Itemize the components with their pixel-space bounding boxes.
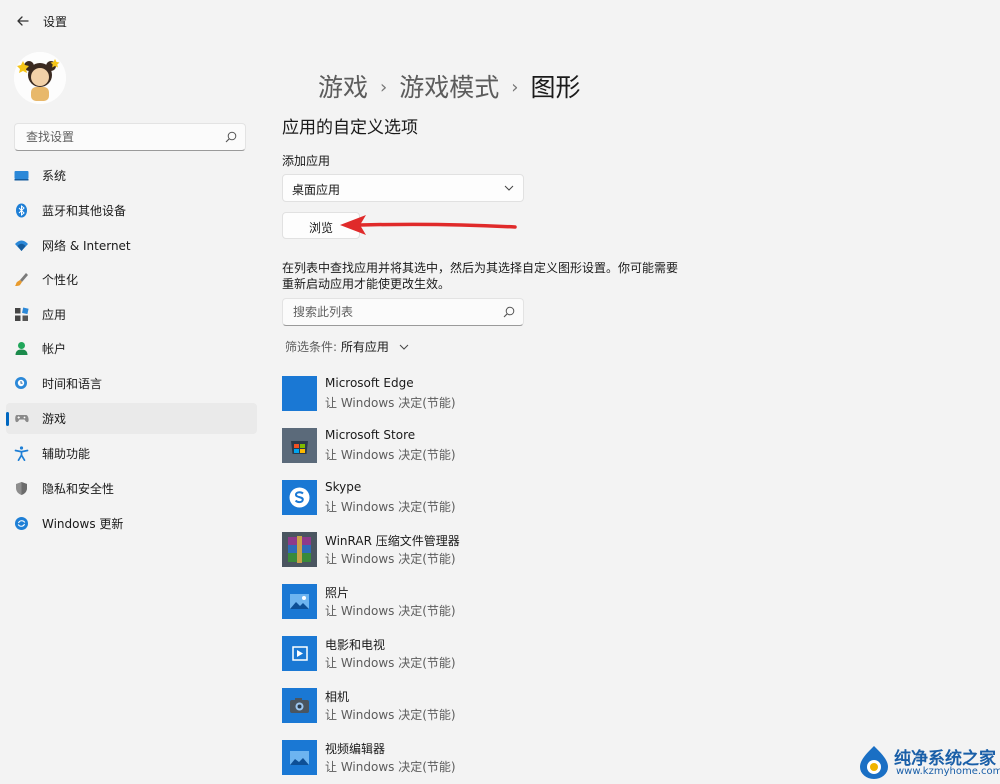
photos-icon: [282, 584, 317, 619]
watermark: 纯净系统之家 www.kzmyhome.com: [856, 742, 1000, 784]
bluetooth-icon: [16, 203, 27, 218]
selected-indicator: [6, 412, 9, 426]
description-text: 在列表中查找应用并将其选中，然后为其选择自定义图形设置。你可能需要重新启动应用才…: [282, 261, 679, 291]
add-app-label: 添加应用: [282, 154, 331, 168]
search-icon: [503, 306, 515, 318]
camera-icon: [282, 688, 317, 723]
app-name: Microsoft Edge: [325, 376, 414, 390]
app-list-item[interactable]: Microsoft Store 让 Windows 决定(节能): [282, 428, 702, 464]
apps-icon: [15, 307, 29, 321]
sidebar-item-label: Windows 更新: [42, 517, 124, 531]
chevron-down-icon: [399, 344, 409, 350]
brush-icon: [15, 273, 28, 286]
app-name: 相机: [325, 690, 350, 704]
app-list-item[interactable]: WinRAR 压缩文件管理器 让 Windows 决定(节能): [282, 532, 702, 568]
breadcrumb-separator-icon: ›: [511, 77, 519, 98]
section-title: 应用的自定义选项: [282, 118, 418, 138]
sidebar-item-label: 网络 & Internet: [42, 239, 131, 253]
app-graphics-preference: 让 Windows 决定(节能): [325, 396, 456, 410]
list-search-box[interactable]: [282, 298, 524, 326]
sidebar-item-label: 系统: [42, 169, 67, 183]
breadcrumb-item-gaming[interactable]: 游戏: [318, 73, 368, 102]
update-icon: [15, 517, 28, 530]
sidebar-item-privacy[interactable]: 隐私和安全性: [6, 473, 257, 504]
person-icon: [15, 342, 28, 355]
avatar[interactable]: [14, 52, 66, 104]
app-list-item[interactable]: 相机 让 Windows 决定(节能): [282, 688, 702, 724]
app-name: 视频编辑器: [325, 742, 386, 756]
sidebar-item-label: 辅助功能: [42, 447, 91, 461]
sidebar-item-bluetooth[interactable]: 蓝牙和其他设备: [6, 195, 257, 226]
app-list-item[interactable]: 照片 让 Windows 决定(节能): [282, 584, 702, 620]
sidebar-item-network[interactable]: 网络 & Internet: [6, 230, 257, 261]
sidebar-item-personalization[interactable]: 个性化: [6, 264, 257, 295]
app-graphics-preference: 让 Windows 决定(节能): [325, 448, 456, 462]
sidebar-item-label: 隐私和安全性: [42, 482, 115, 496]
app-name: Skype: [325, 480, 362, 494]
winrar-icon: [282, 532, 317, 567]
shield-icon: [16, 482, 27, 495]
edge-tile-icon: [282, 376, 317, 411]
settings-search-box[interactable]: [14, 123, 246, 151]
app-list-item[interactable]: 电影和电视 让 Windows 决定(节能): [282, 636, 702, 672]
app-type-dropdown[interactable]: 桌面应用: [282, 174, 524, 202]
breadcrumb-item-game-mode[interactable]: 游戏模式: [399, 73, 499, 102]
app-name: 照片: [325, 586, 350, 600]
sidebar-item-apps[interactable]: 应用: [6, 299, 257, 330]
sidebar-item-accounts[interactable]: 帐户: [6, 333, 257, 364]
filter-dropdown[interactable]: 筛选条件: 所有应用: [285, 338, 409, 355]
filter-value: 所有应用: [340, 340, 389, 354]
sidebar-item-label: 帐户: [42, 342, 67, 356]
watermark-logo-icon: [860, 746, 888, 779]
gamepad-icon: [15, 415, 29, 423]
app-graphics-preference: 让 Windows 决定(节能): [325, 656, 456, 670]
list-search-input[interactable]: [291, 304, 495, 320]
breadcrumb: 游戏 › 游戏模式 › 图形: [318, 68, 580, 104]
app-list-item[interactable]: Skype 让 Windows 决定(节能): [282, 480, 702, 516]
app-graphics-preference: 让 Windows 决定(节能): [325, 500, 456, 514]
sidebar-item-system[interactable]: 系统: [6, 160, 257, 191]
breadcrumb-separator-icon: ›: [380, 77, 388, 98]
back-arrow-icon[interactable]: [13, 11, 33, 31]
app-graphics-preference: 让 Windows 决定(节能): [325, 604, 456, 618]
breadcrumb-item-graphics: 图形: [530, 73, 581, 102]
globe-clock-icon: [15, 377, 27, 389]
skype-icon: [282, 480, 317, 515]
sidebar-item-windows-update[interactable]: Windows 更新: [6, 508, 257, 539]
app-graphics-preference: 让 Windows 决定(节能): [325, 552, 456, 566]
chevron-down-icon: [504, 185, 514, 191]
sidebar-item-time-language[interactable]: 时间和语言: [6, 368, 257, 399]
app-list-item[interactable]: Microsoft Edge 让 Windows 决定(节能): [282, 376, 702, 412]
movies-icon: [282, 636, 317, 671]
app-name: 电影和电视: [325, 638, 386, 652]
app-list-item[interactable]: 视频编辑器 让 Windows 决定(节能): [282, 740, 702, 776]
red-arrow-annotation-icon: [340, 215, 517, 235]
watermark-url: www.kzmyhome.com: [896, 766, 1000, 777]
sidebar-item-label: 应用: [42, 308, 67, 322]
accessibility-icon: [14, 446, 29, 461]
sidebar-item-label: 时间和语言: [42, 377, 103, 391]
sidebar-item-accessibility[interactable]: 辅助功能: [6, 438, 257, 469]
sidebar-item-label: 蓝牙和其他设备: [42, 204, 127, 218]
sidebar-item-label: 游戏: [42, 412, 67, 426]
filter-label: 筛选条件:: [285, 340, 338, 354]
app-name: Microsoft Store: [325, 428, 416, 442]
app-type-value: 桌面应用: [292, 183, 341, 197]
window-title: 设置: [43, 15, 68, 29]
app-graphics-preference: 让 Windows 决定(节能): [325, 760, 456, 774]
display-icon: [14, 171, 29, 181]
settings-search-input[interactable]: [24, 129, 218, 145]
sidebar-item-gaming[interactable]: 游戏: [6, 403, 257, 434]
store-icon: [282, 428, 317, 463]
search-icon: [225, 131, 237, 143]
wifi-icon: [15, 240, 28, 251]
video-editor-icon: [282, 740, 317, 775]
sidebar-item-label: 个性化: [42, 273, 79, 287]
app-graphics-preference: 让 Windows 决定(节能): [325, 708, 456, 722]
app-name: WinRAR 压缩文件管理器: [325, 534, 460, 548]
